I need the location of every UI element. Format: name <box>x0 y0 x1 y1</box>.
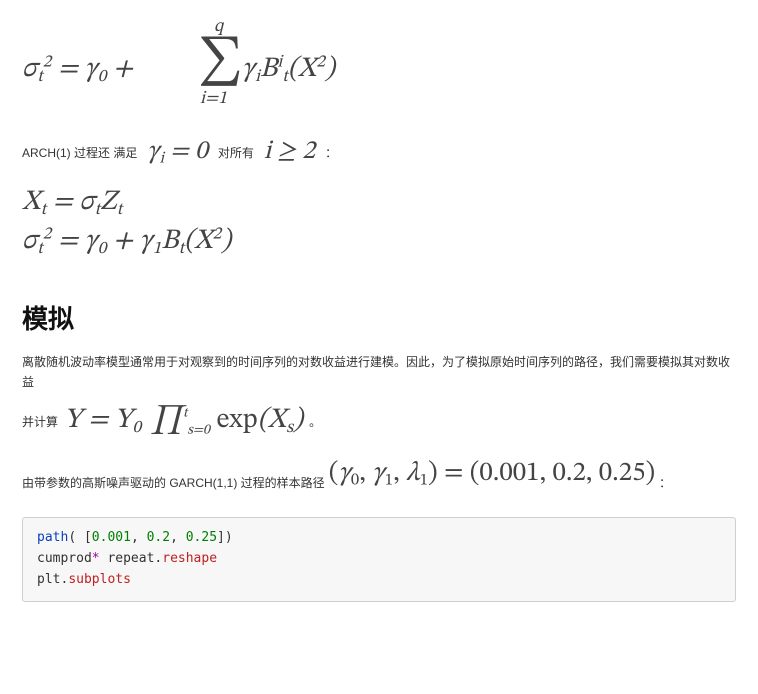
eq-xt-line: Xt = σtZt <box>22 185 736 220</box>
y-product-formula: Y = Y0 ∏ts=0 exp(Xs) <box>64 403 303 440</box>
eq1-left: σt2 = γ0 + <box>22 52 133 87</box>
sigma-sum-symbol: ∑ <box>198 32 243 92</box>
eq-sigma-line: σt2 = γ0 + γ1Bt(X2) <box>22 224 736 259</box>
eq1-right: γiBit(X2) <box>242 52 335 87</box>
arch1-prefix-text: ARCH(1) 过程还 满足 <box>22 144 137 161</box>
equation-arch1-system: Xt = σtZt σt2 = γ0 + γ1Bt(X2) <box>22 185 736 259</box>
y-product-suffix: 。 <box>309 413 321 430</box>
heading-simulation: 模拟 <box>22 299 736 336</box>
arch1-for-all-text: 对所有 <box>218 144 254 161</box>
sample-path-params: (γ0, γ1, λ1) = (0.001, 0.2, 0.25) <box>329 457 655 491</box>
code-cell[interactable]: path( [0.001, 0.2, 0.25]) cumprod* repea… <box>22 517 736 601</box>
y-product-line: 并计算 Y = Y0 ∏ts=0 exp(Xs) 。 <box>22 403 736 440</box>
sample-path-prefix: 由带参数的高斯噪声驱动的 GARCH(1,1) 过程的样本路径 <box>22 474 325 491</box>
arch1-gamma-eq-zero: γi = 0 <box>143 136 212 169</box>
sample-path-line: 由带参数的高斯噪声驱动的 GARCH(1,1) 过程的样本路径 (γ0, γ1,… <box>22 457 736 491</box>
arch1-suffix-colon: ： <box>325 144 337 161</box>
sample-path-suffix: ： <box>659 474 671 491</box>
y-product-prefix: 并计算 <box>22 413 58 430</box>
code-fn-path: path <box>37 530 68 545</box>
arch1-condition-paragraph: ARCH(1) 过程还 满足 γi = 0 对所有 i ≥ 2 ： <box>22 136 736 169</box>
simulation-intro-paragraph: 离散随机波动率模型通常用于对观察到的时间序列的对数收益进行建模。因此，为了模拟原… <box>22 352 736 393</box>
eq1-sum-lower: i=1 <box>200 88 227 111</box>
arch1-i-ge-2: i ≥ 2 <box>260 136 319 169</box>
equation-sigma-sum: σt2 = γ0 + q ∑ i=1 γiBit(X2) <box>22 22 736 118</box>
